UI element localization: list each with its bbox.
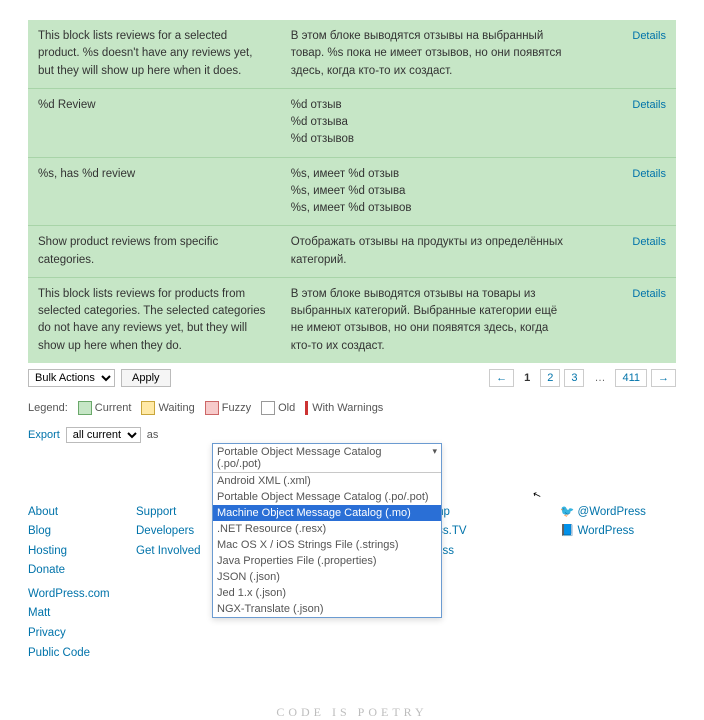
- swatch-old: [261, 401, 275, 415]
- details-link[interactable]: Details: [632, 288, 666, 300]
- legend-warnings: With Warnings: [312, 402, 383, 414]
- table-row: This block lists reviews for a selected …: [28, 20, 676, 88]
- swatch-current: [78, 401, 92, 415]
- details-link[interactable]: Details: [632, 236, 666, 248]
- legend-waiting: Waiting: [158, 402, 194, 414]
- pager-prev[interactable]: ←: [489, 369, 514, 387]
- pager-page-3[interactable]: 3: [564, 369, 584, 387]
- export-format-option[interactable]: Jed 1.x (.json): [213, 585, 441, 601]
- export-filter-select[interactable]: all current: [66, 427, 141, 443]
- translations-table: This block lists reviews for a selected …: [28, 20, 676, 363]
- social-facebook[interactable]: WordPress: [560, 522, 660, 542]
- export-format-option[interactable]: .NET Resource (.resx): [213, 521, 441, 537]
- details-link[interactable]: Details: [632, 30, 666, 42]
- pager-dots: …: [588, 370, 611, 386]
- social-twitter[interactable]: @WordPress: [560, 503, 660, 523]
- footer-link[interactable]: Privacy: [28, 624, 118, 644]
- export-link[interactable]: Export: [28, 429, 60, 441]
- export-format-selected[interactable]: Portable Object Message Catalog (.po/.po…: [213, 444, 441, 473]
- export-format-option[interactable]: Mac OS X / iOS Strings File (.strings): [213, 537, 441, 553]
- footer-link[interactable]: Public Code: [28, 644, 118, 664]
- swatch-waiting: [141, 401, 155, 415]
- pager-current: 1: [518, 370, 536, 386]
- table-row: Show product reviews from specific categ…: [28, 226, 676, 278]
- source-text: This block lists reviews for products fr…: [28, 277, 281, 363]
- table-row: %s, has %d review%s, имеет %d отзыв%s, и…: [28, 157, 676, 226]
- pager-next[interactable]: →: [651, 369, 676, 387]
- apply-button[interactable]: Apply: [121, 369, 171, 387]
- footer-link[interactable]: Hosting: [28, 542, 118, 562]
- details-link[interactable]: Details: [632, 168, 666, 180]
- legend-fuzzy: Fuzzy: [222, 402, 251, 414]
- legend-current: Current: [95, 402, 132, 414]
- source-text: This block lists reviews for a selected …: [28, 20, 281, 88]
- export-format-option[interactable]: Android XML (.xml): [213, 473, 441, 489]
- export-format-option[interactable]: JSON (.json): [213, 569, 441, 585]
- translation-text: %s, имеет %d отзыв%s, имеет %d отзыва%s,…: [281, 157, 579, 226]
- pager-page-2[interactable]: 2: [540, 369, 560, 387]
- source-text: %s, has %d review: [28, 157, 281, 226]
- export-format-option[interactable]: Java Properties File (.properties): [213, 553, 441, 569]
- footer-link[interactable]: WordPress.com: [28, 585, 118, 605]
- export-row: Export all current as Portable Object Me…: [28, 427, 676, 443]
- export-format-option[interactable]: Portable Object Message Catalog (.po/.po…: [213, 489, 441, 505]
- footer-link[interactable]: About: [28, 503, 118, 523]
- pagination: ← 1 2 3 … 411 →: [489, 369, 676, 387]
- translation-text: Отображать отзывы на продукты из определ…: [281, 226, 579, 278]
- swatch-warnings: [305, 401, 308, 415]
- footer-link[interactable]: Donate: [28, 561, 118, 581]
- cursor-icon: ↖: [531, 489, 543, 502]
- translation-text: В этом блоке выводятся отзывы на выбранн…: [281, 20, 579, 88]
- footer-link[interactable]: Blog: [28, 522, 118, 542]
- bulk-actions-select[interactable]: Bulk Actions: [28, 369, 115, 387]
- pager-page-last[interactable]: 411: [615, 369, 647, 387]
- export-format-option[interactable]: Machine Object Message Catalog (.mo): [213, 505, 441, 521]
- details-link[interactable]: Details: [632, 99, 666, 111]
- table-row: %d Review%d отзыв%d отзыва%d отзывов Deta…: [28, 88, 676, 157]
- legend-label: Legend:: [28, 402, 68, 414]
- tagline: CODE IS POETRY: [28, 705, 676, 720]
- source-text: %d Review: [28, 88, 281, 157]
- footer-link[interactable]: Matt: [28, 604, 118, 624]
- swatch-fuzzy: [205, 401, 219, 415]
- source-text: Show product reviews from specific categ…: [28, 226, 281, 278]
- export-format-select[interactable]: Portable Object Message Catalog (.po/.po…: [212, 443, 442, 618]
- legend-old: Old: [278, 402, 295, 414]
- translation-text: %d отзыв%d отзыва%d отзывов: [281, 88, 579, 157]
- export-as-label: as: [147, 429, 159, 441]
- translation-text: В этом блоке выводятся отзывы на товары …: [281, 277, 579, 363]
- legend: Legend: Current Waiting Fuzzy Old With W…: [28, 401, 676, 415]
- table-row: This block lists reviews for products fr…: [28, 277, 676, 363]
- export-format-option[interactable]: NGX-Translate (.json): [213, 601, 441, 617]
